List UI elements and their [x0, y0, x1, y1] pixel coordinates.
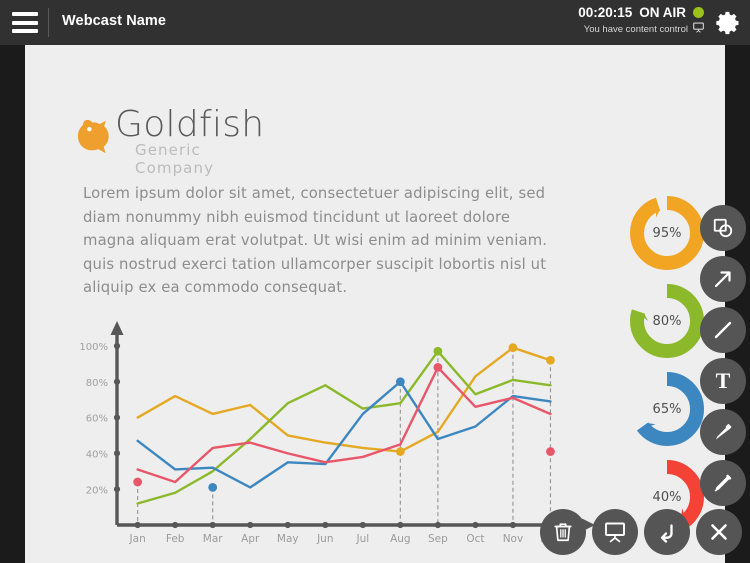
x-axis-tick [509, 521, 517, 529]
chart-series-line [136, 366, 552, 484]
status-area: 00:20:15 ON AIR You have content control [578, 5, 704, 36]
y-axis-tick [113, 342, 121, 350]
y-axis-tick [113, 378, 121, 385]
chart-data-point [546, 355, 555, 365]
content-control-label: You have content control [583, 23, 688, 35]
x-axis-tick [247, 521, 254, 529]
x-axis-tick [322, 521, 329, 529]
x-axis-tick [434, 521, 441, 529]
donut-chart: 65% [627, 369, 707, 449]
x-axis-label: Apr [241, 533, 260, 545]
slide-canvas[interactable]: Goldfish Generic Company Lorem ipsum dol… [25, 45, 725, 563]
app-root: Webcast Name 00:20:15 ON AIR You have co… [0, 0, 750, 563]
y-axis-arrow [110, 321, 124, 335]
chart-data-point [395, 447, 405, 456]
chart-data-point [133, 477, 143, 487]
chart-data-point [433, 346, 443, 356]
donut-value-label: 80% [652, 313, 682, 329]
donut-chart-group: 95% 80% 65% 40% [627, 193, 707, 545]
status-primary: 00:20:15 ON AIR [578, 5, 704, 20]
delete-button[interactable] [540, 509, 586, 555]
text-tool[interactable]: T [700, 358, 746, 404]
x-axis-tick [472, 521, 479, 529]
page-title: Webcast Name [62, 13, 167, 29]
x-axis-tick [284, 521, 291, 529]
x-axis-label: Oct [466, 533, 484, 545]
slide-background: Goldfish Generic Company Lorem ipsum dol… [25, 45, 725, 563]
logo-title: Goldfish [115, 104, 265, 145]
x-axis-label: Sep [428, 533, 448, 545]
y-axis-label: 40% [86, 450, 108, 461]
close-button[interactable] [696, 509, 742, 555]
y-axis-label: 60% [86, 414, 108, 425]
x-axis-label: May [277, 533, 299, 545]
chart-data-point [395, 377, 405, 387]
goldfish-icon [77, 116, 113, 163]
present-button[interactable] [592, 509, 638, 555]
donut-chart: 95% [627, 193, 707, 273]
session-timer: 00:20:15 [578, 5, 633, 20]
y-axis-label: 20% [86, 485, 108, 496]
donut-value-label: 65% [652, 401, 682, 417]
top-bar: Webcast Name 00:20:15 ON AIR You have co… [0, 0, 750, 45]
header-divider [48, 8, 49, 37]
text-t-icon: T [715, 368, 731, 393]
chart-data-point [433, 363, 443, 372]
hamburger-menu-icon[interactable] [12, 12, 38, 33]
y-axis-label: 100% [79, 342, 108, 353]
pen-tool[interactable] [700, 460, 746, 506]
chart-data-point [208, 482, 218, 492]
y-axis-tick [113, 486, 121, 493]
x-axis-tick [134, 521, 141, 529]
line-chart: 20% 40% 60% 80% 100% Jan Feb Mar Apr May Jun Jul Aug… [65, 310, 610, 563]
shapes-tool[interactable] [700, 205, 746, 251]
x-axis-label: Jul [355, 533, 369, 545]
chart-data-point [508, 343, 518, 353]
x-axis-label: Jan [129, 533, 146, 545]
gear-icon[interactable] [714, 9, 742, 37]
donut-value-label: 95% [652, 225, 682, 241]
x-axis-label: Feb [166, 533, 185, 545]
x-axis-tick [359, 521, 366, 529]
action-tool-rail [540, 509, 742, 555]
onair-status-dot [693, 7, 704, 18]
status-secondary: You have content control [578, 22, 704, 36]
arrow-tool[interactable] [700, 256, 746, 302]
slide-body-text: Lorem ipsum dolor sit amet, consectetuer… [83, 185, 548, 296]
y-axis-label: 80% [86, 378, 108, 389]
y-axis-tick [113, 414, 121, 421]
chart-data-point [546, 447, 555, 456]
line-tool[interactable] [700, 307, 746, 353]
logo-subtitle: Generic Company [135, 141, 215, 177]
donut-chart: 80% [627, 281, 707, 361]
onair-label: ON AIR [639, 5, 686, 20]
drawing-tool-rail: T [700, 205, 746, 506]
chart-series-line [136, 350, 552, 505]
x-axis-label: Nov [503, 533, 524, 545]
y-axis-tick [113, 450, 121, 457]
undo-button[interactable] [644, 509, 690, 555]
x-axis-tick [172, 521, 179, 529]
chart-series-line [136, 346, 552, 453]
highlighter-tool[interactable] [700, 409, 746, 455]
presentation-screen-icon [693, 22, 704, 36]
x-axis-tick [209, 521, 216, 529]
x-axis-tick [397, 521, 404, 529]
x-axis-label: Aug [390, 533, 411, 545]
x-axis-label: Mar [203, 533, 223, 545]
x-axis-label: Jun [316, 533, 333, 545]
